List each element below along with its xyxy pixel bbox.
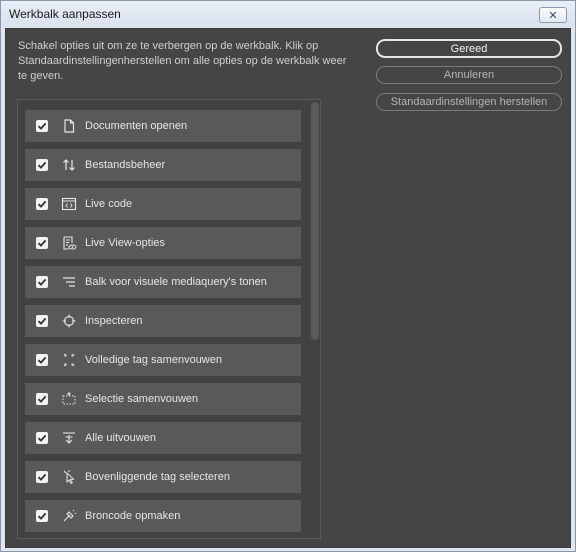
option-label: Documenten openen	[85, 120, 188, 132]
cancel-button[interactable]: Annuleren	[376, 66, 562, 84]
dialog-content: Schakel opties uit om ze te verbergen op…	[5, 28, 571, 548]
title-bar: Werkbalk aanpassen ✕	[1, 1, 575, 27]
live-code-icon	[60, 195, 78, 213]
option-item-live-code[interactable]: Live code	[25, 188, 301, 220]
select-parent-tag-icon	[60, 468, 78, 486]
option-checkbox[interactable]	[36, 393, 48, 405]
option-checkbox[interactable]	[36, 120, 48, 132]
live-view-options-icon	[60, 234, 78, 252]
option-item-expand-all[interactable]: Alle uitvouwen	[25, 422, 301, 454]
option-checkbox[interactable]	[36, 276, 48, 288]
option-checkbox[interactable]	[36, 198, 48, 210]
option-label: Alle uitvouwen	[85, 432, 156, 444]
collapse-full-tag-icon	[60, 351, 78, 369]
restore-defaults-button[interactable]: Standaardinstellingen herstellen	[376, 93, 562, 111]
option-item-collapse-full-tag[interactable]: Volledige tag samenvouwen	[25, 344, 301, 376]
close-icon: ✕	[548, 8, 558, 22]
option-checkbox[interactable]	[36, 471, 48, 483]
scrollbar-thumb[interactable]	[311, 102, 319, 340]
option-item-live-view-options[interactable]: Live View-opties	[25, 227, 301, 259]
option-checkbox[interactable]	[36, 159, 48, 171]
option-checkbox[interactable]	[36, 315, 48, 327]
media-query-bar-icon	[60, 273, 78, 291]
option-label: Live View-opties	[85, 237, 165, 249]
instructions-text: Schakel opties uit om ze te verbergen op…	[18, 40, 347, 82]
option-label: Broncode opmaken	[85, 510, 181, 522]
format-source-icon	[60, 507, 78, 525]
option-checkbox[interactable]	[36, 510, 48, 522]
expand-all-icon	[60, 429, 78, 447]
option-checkbox[interactable]	[36, 237, 48, 249]
option-item-format-source[interactable]: Broncode opmaken	[25, 500, 301, 532]
toolbar-options-list: Documenten openen Bestandsbeheer Live co…	[17, 99, 321, 539]
option-label: Inspecteren	[85, 315, 143, 327]
option-label: Volledige tag samenvouwen	[85, 354, 222, 366]
close-button[interactable]: ✕	[539, 7, 567, 23]
document-icon	[60, 117, 78, 135]
option-label: Bestandsbeheer	[85, 159, 166, 171]
option-checkbox[interactable]	[36, 432, 48, 444]
window-title: Werkbalk aanpassen	[9, 7, 121, 21]
collapse-selection-icon	[60, 390, 78, 408]
option-item-media-query-bar[interactable]: Balk voor visuele mediaquery's tonen	[25, 266, 301, 298]
customize-toolbar-dialog: Werkbalk aanpassen ✕ Schakel opties uit …	[0, 0, 576, 552]
option-label: Balk voor visuele mediaquery's tonen	[85, 276, 267, 288]
option-label: Selectie samenvouwen	[85, 393, 199, 405]
option-item-file-management[interactable]: Bestandsbeheer	[25, 149, 301, 181]
option-item-documents[interactable]: Documenten openen	[25, 110, 301, 142]
option-item-select-parent-tag[interactable]: Bovenliggende tag selecteren	[25, 461, 301, 493]
inspect-icon	[60, 312, 78, 330]
file-management-icon	[60, 156, 78, 174]
option-item-collapse-selection[interactable]: Selectie samenvouwen	[25, 383, 301, 415]
option-checkbox[interactable]	[36, 354, 48, 366]
option-item-inspect[interactable]: Inspecteren	[25, 305, 301, 337]
option-label: Live code	[85, 198, 133, 210]
option-label: Bovenliggende tag selecteren	[85, 471, 230, 483]
done-button[interactable]: Gereed	[376, 39, 562, 58]
